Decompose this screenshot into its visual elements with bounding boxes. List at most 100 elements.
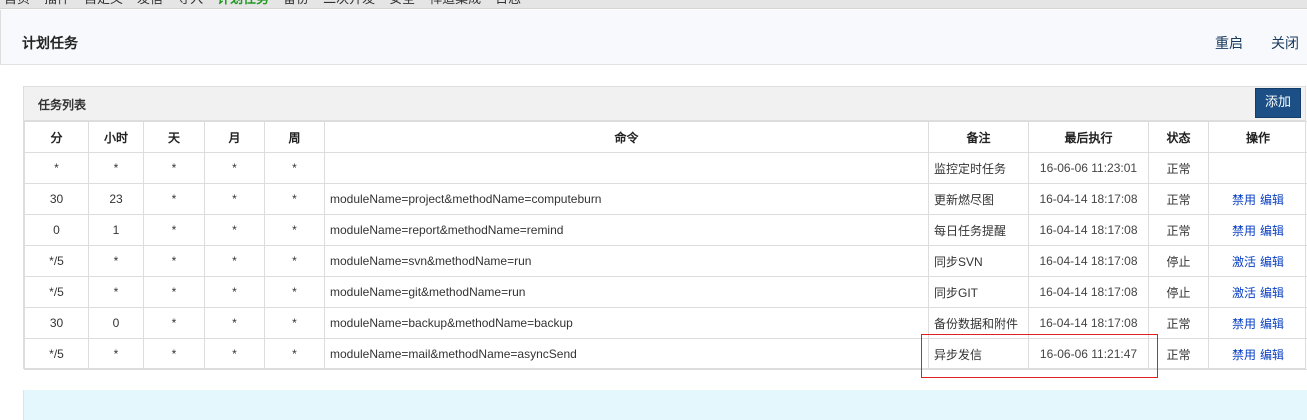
cell-month: * (205, 153, 265, 184)
column-header: 小时 (89, 122, 144, 153)
edit-link[interactable]: 编辑 (1260, 224, 1284, 238)
cell-actions: 禁用编辑 (1209, 215, 1307, 246)
cell-day: * (144, 308, 205, 339)
cell-month: * (205, 184, 265, 215)
nav-item[interactable]: 备份 (283, 0, 309, 8)
nav-item[interactable]: 发信 (137, 0, 163, 8)
task-list-panel: 任务列表 添加 分小时天月周命令备注最后执行状态操作 *****监控定时任务16… (23, 86, 1306, 369)
nav-item[interactable]: 计划任务 (217, 0, 269, 8)
column-header: 状态 (1149, 122, 1209, 153)
close-button[interactable]: 关闭 (1271, 33, 1299, 53)
cell-cmd (325, 153, 929, 184)
cell-actions: 禁用编辑 (1209, 339, 1307, 370)
panel-title: 任务列表 (38, 96, 86, 113)
cell-hour: * (89, 277, 144, 308)
activate-link[interactable]: 激活 (1232, 286, 1256, 300)
disable-link[interactable]: 禁用 (1232, 317, 1256, 331)
cell-status: 停止 (1149, 246, 1209, 277)
cell-cmd: moduleName=svn&methodName=run (325, 246, 929, 277)
cell-day: * (144, 339, 205, 370)
cell-hour: * (89, 246, 144, 277)
column-header: 天 (144, 122, 205, 153)
cell-note: 同步GIT (929, 277, 1029, 308)
cell-hour: * (89, 339, 144, 370)
cell-week: * (265, 153, 325, 184)
cell-actions (1209, 153, 1307, 184)
cell-month: * (205, 277, 265, 308)
cell-hour: 0 (89, 308, 144, 339)
cell-last: 16-04-14 18:17:08 (1029, 277, 1149, 308)
cell-week: * (265, 215, 325, 246)
cell-status: 正常 (1149, 153, 1209, 184)
cell-cmd: moduleName=mail&methodName=asyncSend (325, 339, 929, 370)
column-header: 操作 (1209, 122, 1307, 153)
cell-day: * (144, 215, 205, 246)
top-nav: 首页 插件 自定义 发信 导入 计划任务 备份 二次开发 安全 禅道集成 日志 (0, 0, 1307, 9)
edit-link[interactable]: 编辑 (1260, 255, 1284, 269)
cell-cmd: moduleName=git&methodName=run (325, 277, 929, 308)
column-header: 最后执行 (1029, 122, 1149, 153)
cell-cmd: moduleName=report&methodName=remind (325, 215, 929, 246)
cell-actions: 禁用编辑 (1209, 184, 1307, 215)
cell-actions: 禁用编辑 (1209, 308, 1307, 339)
edit-link[interactable]: 编辑 (1260, 286, 1284, 300)
disable-link[interactable]: 禁用 (1232, 348, 1256, 362)
cell-note: 更新燃尽图 (929, 184, 1029, 215)
edit-link[interactable]: 编辑 (1260, 317, 1284, 331)
cell-min: */5 (25, 339, 89, 370)
nav-item[interactable]: 禅道集成 (429, 0, 481, 8)
cell-hour: 1 (89, 215, 144, 246)
add-button[interactable]: 添加 (1255, 88, 1301, 118)
column-header: 周 (265, 122, 325, 153)
cell-hour: 23 (89, 184, 144, 215)
cell-min: 30 (25, 184, 89, 215)
cell-month: * (205, 215, 265, 246)
column-header: 分 (25, 122, 89, 153)
nav-item[interactable]: 首页 (4, 0, 30, 8)
cell-cmd: moduleName=project&methodName=computebur… (325, 184, 929, 215)
edit-link[interactable]: 编辑 (1260, 193, 1284, 207)
table-row: 01***moduleName=report&methodName=remind… (25, 215, 1307, 246)
cell-day: * (144, 184, 205, 215)
restart-button[interactable]: 重启 (1215, 33, 1243, 53)
disable-link[interactable]: 禁用 (1232, 224, 1256, 238)
cell-actions: 激活编辑 (1209, 246, 1307, 277)
nav-item[interactable]: 导入 (177, 0, 203, 8)
cell-day: * (144, 277, 205, 308)
cell-min: * (25, 153, 89, 184)
cell-status: 正常 (1149, 215, 1209, 246)
table-row: */5****moduleName=svn&methodName=run同步SV… (25, 246, 1307, 277)
info-box (23, 390, 1307, 420)
cell-status: 正常 (1149, 184, 1209, 215)
nav-item[interactable]: 日志 (495, 0, 521, 8)
cell-last: 16-04-14 18:17:08 (1029, 215, 1149, 246)
cell-actions: 激活编辑 (1209, 277, 1307, 308)
edit-link[interactable]: 编辑 (1260, 348, 1284, 362)
table-row: *****监控定时任务16-06-06 11:23:01正常 (25, 153, 1307, 184)
cell-min: */5 (25, 277, 89, 308)
cell-note: 每日任务提醒 (929, 215, 1029, 246)
column-header: 月 (205, 122, 265, 153)
nav-item[interactable]: 自定义 (84, 0, 123, 8)
cell-hour: * (89, 153, 144, 184)
nav-item[interactable]: 插件 (44, 0, 70, 8)
cell-last: 16-04-14 18:17:08 (1029, 184, 1149, 215)
cell-last: 16-06-06 11:23:01 (1029, 153, 1149, 184)
nav-item[interactable]: 二次开发 (323, 0, 375, 8)
highlight-box (921, 334, 1158, 378)
column-header: 备注 (929, 122, 1029, 153)
cell-last: 16-04-14 18:17:08 (1029, 246, 1149, 277)
cell-day: * (144, 246, 205, 277)
activate-link[interactable]: 激活 (1232, 255, 1256, 269)
nav-item[interactable]: 安全 (389, 0, 415, 8)
cell-month: * (205, 339, 265, 370)
disable-link[interactable]: 禁用 (1232, 193, 1256, 207)
cell-day: * (144, 153, 205, 184)
page-header: 计划任务 重启 关闭 (0, 10, 1307, 65)
table-row: 3023***moduleName=project&methodName=com… (25, 184, 1307, 215)
panel-header: 任务列表 添加 (24, 87, 1305, 121)
task-table: 分小时天月周命令备注最后执行状态操作 *****监控定时任务16-06-06 1… (24, 121, 1307, 370)
cell-cmd: moduleName=backup&methodName=backup (325, 308, 929, 339)
cell-note: 监控定时任务 (929, 153, 1029, 184)
cell-min: 30 (25, 308, 89, 339)
